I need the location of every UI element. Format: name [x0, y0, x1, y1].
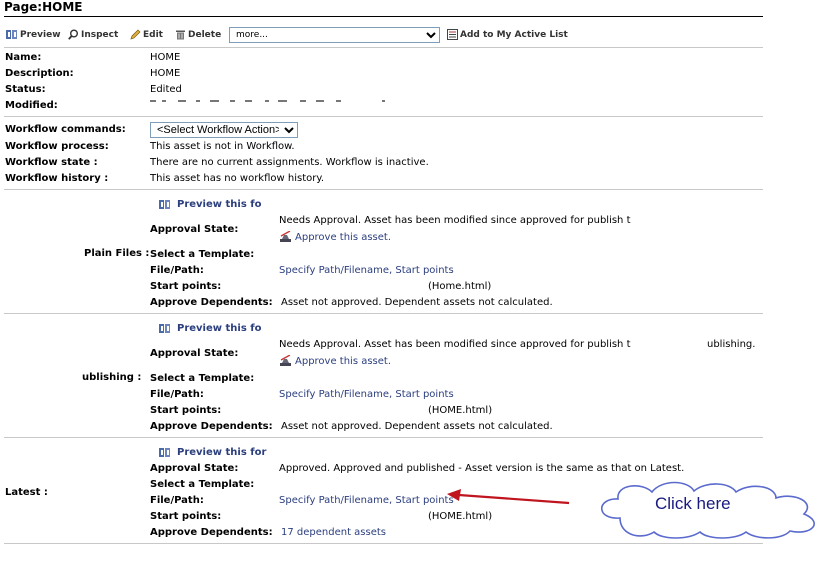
approval-state-value-1: Needs Approval. Asset has been modified …: [279, 215, 631, 226]
status-value: Edited: [150, 84, 182, 95]
workflow-history-label: Workflow history :: [5, 173, 109, 184]
start-points-label: Start points:: [150, 405, 222, 416]
title-divider: [4, 16, 763, 17]
arrow-annotation: [447, 489, 570, 505]
pencil-icon: [130, 29, 141, 40]
modified-label: Modified:: [5, 100, 58, 111]
add-active-label: Add to My Active List: [460, 29, 568, 40]
dependents-value-1: Asset not approved. Dependent assets not…: [281, 297, 553, 308]
description-label: Description:: [5, 68, 74, 79]
preview-target-1-label: Preview this fo: [177, 199, 262, 210]
bottom-divider: [4, 543, 763, 544]
file-path-label: File/Path:: [150, 495, 204, 506]
toolbar-divider: [4, 47, 763, 48]
preview-target-1[interactable]: Preview this fo: [159, 199, 261, 210]
preview-target-2-label: Preview this fo: [177, 323, 262, 334]
specify-path-link-2[interactable]: Specify Path/Filename, Start points: [279, 389, 454, 400]
magnifier-icon: [68, 29, 78, 40]
specify-path-link-1[interactable]: Specify Path/Filename, Start points: [279, 265, 454, 276]
approve-stamp-icon: [280, 231, 291, 242]
dependents-value-2: Asset not approved. Dependent assets not…: [281, 421, 553, 432]
select-template-label: Select a Template:: [150, 373, 255, 384]
specify-path-link-3[interactable]: Specify Path/Filename, Start points: [279, 495, 454, 506]
redacted-modified-value: [150, 100, 385, 102]
dependent-assets-link[interactable]: 17 dependent assets: [281, 527, 386, 538]
preview-target-3[interactable]: Preview this for: [159, 447, 266, 458]
approval-state-label: Approval State:: [150, 463, 239, 474]
edit-label: Edit: [143, 29, 163, 40]
preview-icon: [159, 448, 170, 457]
workflow-action-select[interactable]: <Select Workflow Action>: [150, 122, 298, 138]
approval-state-label: Approval State:: [150, 348, 239, 359]
approval-state-tail-2: ublishing.: [707, 339, 756, 350]
preview-label: Preview: [20, 29, 61, 40]
workflow-process-label: Workflow process:: [5, 141, 109, 152]
workflow-commands-label: Workflow commands:: [5, 124, 126, 135]
delete-label: Delete: [188, 29, 222, 40]
preview-button[interactable]: Preview: [6, 29, 61, 40]
approval-state-label: Approval State:: [150, 224, 239, 235]
target-label-2: ublishing :: [82, 372, 142, 383]
inspect-label: Inspect: [81, 29, 119, 40]
preview-target-2[interactable]: Preview this fo: [159, 323, 261, 334]
workflow-state-label: Workflow state :: [5, 157, 98, 168]
target-label-1: Plain Files :: [84, 248, 150, 259]
delete-button[interactable]: Delete: [175, 29, 221, 40]
edit-button[interactable]: Edit: [130, 29, 163, 40]
preview-target-3-label: Preview this for: [177, 447, 267, 458]
workflow-process-value: This asset is not in Workflow.: [150, 141, 295, 152]
list-icon: [447, 29, 458, 40]
status-label: Status:: [5, 84, 46, 95]
preview-icon: [159, 324, 170, 333]
preview-icon: [6, 30, 17, 39]
start-points-value-2: (HOME.html): [428, 405, 493, 416]
approve-dependents-label: Approve Dependents:: [150, 421, 273, 432]
target-divider-1: [4, 313, 763, 314]
workflow-history-value: This asset has no workflow history.: [150, 173, 325, 184]
file-path-label: File/Path:: [150, 389, 204, 400]
approval-state-value-3: Approved. Approved and published - Asset…: [279, 463, 685, 474]
inspect-button[interactable]: Inspect: [68, 29, 118, 40]
trash-icon: [176, 30, 185, 40]
select-template-label: Select a Template:: [150, 479, 255, 490]
approve-asset-link-2[interactable]: Approve this asset.: [279, 355, 391, 367]
target-divider-2: [4, 437, 763, 438]
workflow-divider: [4, 189, 763, 190]
preview-icon: [159, 200, 170, 209]
description-value: HOME: [150, 68, 181, 79]
target-label-3: Latest :: [5, 487, 48, 498]
file-path-label: File/Path:: [150, 265, 204, 276]
approval-state-value-2: Needs Approval. Asset has been modified …: [279, 339, 631, 350]
approve-dependents-label: Approve Dependents:: [150, 297, 273, 308]
page-title: Page:HOME: [4, 0, 83, 14]
approve-asset-link-1[interactable]: Approve this asset.: [279, 231, 391, 243]
info-divider: [4, 116, 763, 117]
name-label: Name:: [5, 52, 42, 63]
start-points-label: Start points:: [150, 281, 222, 292]
start-points-label: Start points:: [150, 511, 222, 522]
start-points-value-3: (HOME.html): [428, 511, 493, 522]
approve-stamp-icon: [280, 355, 291, 366]
approve-dependents-label: Approve Dependents:: [150, 527, 273, 538]
select-template-label: Select a Template:: [150, 249, 255, 260]
workflow-state-value: There are no current assignments. Workfl…: [150, 157, 429, 168]
start-points-value-1: (Home.html): [428, 281, 492, 292]
more-actions-select[interactable]: more...: [229, 27, 440, 43]
name-value: HOME: [150, 52, 181, 63]
click-here-callout-text: Click here: [655, 494, 731, 513]
add-to-active-list-button[interactable]: Add to My Active List: [447, 29, 568, 40]
